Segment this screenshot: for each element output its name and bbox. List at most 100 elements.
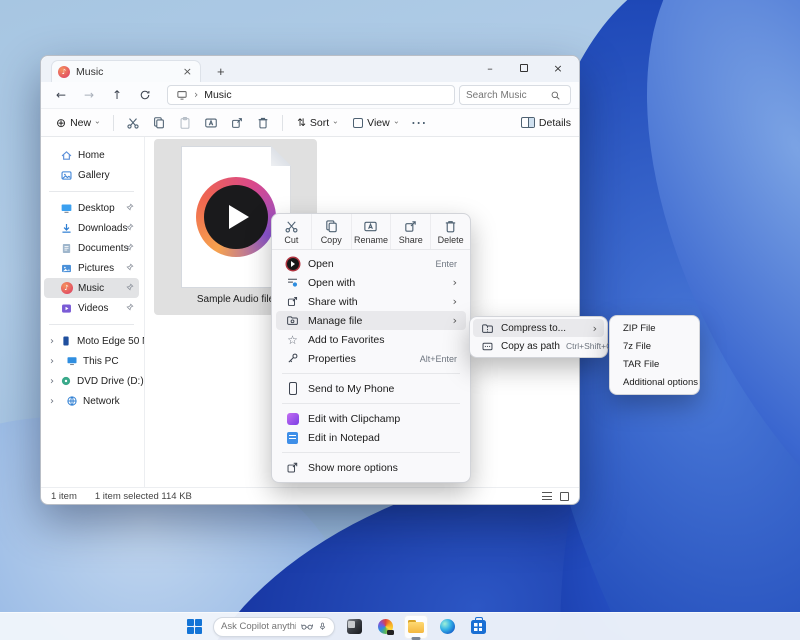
- menu-item-7z-file[interactable]: 7z File: [613, 337, 696, 355]
- chevron-down-icon: [391, 121, 400, 124]
- rename-icon: [204, 116, 218, 130]
- context-menu-list: Open Enter Open with Share with Manage f…: [272, 250, 470, 482]
- sidebar-item-this-pc[interactable]: This PC: [44, 351, 139, 371]
- expand-chevron-icon[interactable]: [50, 396, 60, 407]
- cut-command[interactable]: Cut: [272, 214, 311, 249]
- copy-icon: [324, 219, 339, 234]
- sidebar-item-music[interactable]: Music: [44, 278, 139, 298]
- menu-item-share-with[interactable]: Share with: [276, 292, 466, 311]
- taskbar-search[interactable]: [213, 617, 335, 637]
- maximize-button[interactable]: [507, 56, 541, 80]
- tab-music[interactable]: Music: [51, 60, 201, 82]
- tab-title: Music: [76, 66, 175, 78]
- tab-close-icon[interactable]: [181, 65, 194, 78]
- expand-chevron-icon[interactable]: [50, 356, 60, 367]
- delete-button[interactable]: [251, 112, 275, 134]
- selection-info: 1 item selected 114 KB: [95, 491, 192, 502]
- forward-button[interactable]: [77, 85, 101, 105]
- copy-button[interactable]: [147, 112, 171, 134]
- close-button[interactable]: [541, 56, 575, 80]
- sidebar-label: Moto Edge 50 Neo: [77, 336, 145, 347]
- this-pc-icon: [65, 355, 78, 368]
- copilot-search-input[interactable]: [221, 621, 296, 632]
- cut-icon: [284, 219, 299, 234]
- details-toggle[interactable]: Details: [521, 117, 571, 129]
- open-with-icon: [285, 276, 300, 289]
- sidebar-item-home[interactable]: Home: [44, 145, 139, 165]
- back-button[interactable]: [49, 85, 73, 105]
- menu-item-edit-with-clipchamp[interactable]: Edit with Clipchamp: [276, 409, 466, 428]
- refresh-button[interactable]: [133, 85, 157, 105]
- cut-button[interactable]: [121, 112, 145, 134]
- menu-item-show-more-options[interactable]: Show more options: [276, 458, 466, 477]
- menu-item-open-with[interactable]: Open with: [276, 273, 466, 292]
- breadcrumb[interactable]: Music: [167, 85, 455, 105]
- menu-item-tar-file[interactable]: TAR File: [613, 355, 696, 373]
- menu-item-open[interactable]: Open Enter: [276, 254, 466, 273]
- gallery-icon: [60, 169, 73, 182]
- sidebar-item-videos[interactable]: Videos: [44, 298, 139, 318]
- paste-button[interactable]: [173, 112, 197, 134]
- expand-chevron-icon[interactable]: [50, 336, 54, 347]
- delete-command[interactable]: Delete: [430, 214, 470, 249]
- details-view-toggle-icon[interactable]: [542, 492, 552, 500]
- minimize-button[interactable]: [473, 56, 507, 80]
- pin-icon: [126, 303, 134, 314]
- menu-item-edit-in-notepad[interactable]: Edit in Notepad: [276, 428, 466, 447]
- rename-button[interactable]: [199, 112, 223, 134]
- sidebar-label: DVD Drive (D:) CCC: [77, 376, 145, 387]
- taskbar-app-dark[interactable]: [342, 615, 366, 639]
- menu-item-additional-options[interactable]: Additional options: [613, 373, 696, 391]
- menu-item-copy-as-path[interactable]: Copy as path Ctrl+Shift+C: [473, 337, 604, 355]
- microsoft-store-icon: [471, 620, 486, 634]
- sidebar-divider: [49, 324, 134, 325]
- copy-command[interactable]: Copy: [311, 214, 351, 249]
- more-options-button[interactable]: [407, 112, 431, 134]
- paste-icon: [178, 116, 192, 130]
- menu-item-manage-file[interactable]: Manage file: [276, 311, 466, 330]
- taskbar-app-store[interactable]: [466, 615, 490, 639]
- sidebar-label: Videos: [78, 303, 108, 314]
- sort-button[interactable]: Sort: [290, 114, 344, 132]
- share-button[interactable]: [225, 112, 249, 134]
- menu-item-add-to-favorites[interactable]: Add to Favorites: [276, 330, 466, 349]
- up-button[interactable]: [105, 85, 129, 105]
- rename-command[interactable]: Rename: [351, 214, 391, 249]
- start-button[interactable]: [182, 615, 206, 639]
- phone-icon: [285, 382, 300, 395]
- taskbar-app-edge[interactable]: [435, 615, 459, 639]
- sidebar-item-dvd-drive[interactable]: DVD Drive (D:) CCC: [44, 371, 139, 391]
- sidebar-item-network[interactable]: Network: [44, 391, 139, 411]
- menu-item-compress-to[interactable]: Compress to...: [473, 319, 604, 337]
- share-command[interactable]: Share: [390, 214, 430, 249]
- toolbar-divider: [113, 115, 114, 131]
- new-label: New: [70, 117, 91, 129]
- view-button[interactable]: View: [346, 114, 405, 132]
- music-folder-icon: [60, 282, 73, 295]
- details-label: Details: [539, 117, 571, 129]
- properties-icon: [285, 352, 300, 365]
- new-tab-button[interactable]: +: [211, 60, 231, 82]
- play-icon: [229, 205, 249, 229]
- menu-item-send-to-my-phone[interactable]: Send to My Phone: [276, 379, 466, 398]
- sidebar-item-pictures[interactable]: Pictures: [44, 258, 139, 278]
- new-button[interactable]: New: [49, 113, 106, 133]
- sidebar-item-desktop[interactable]: Desktop: [44, 198, 139, 218]
- microphone-icon[interactable]: [318, 621, 327, 632]
- sidebar-label: Desktop: [78, 203, 115, 214]
- menu-item-properties[interactable]: Properties Alt+Enter: [276, 349, 466, 368]
- menu-item-zip-file[interactable]: ZIP File: [613, 319, 696, 337]
- copy-icon: [152, 116, 166, 130]
- sidebar-item-gallery[interactable]: Gallery: [44, 165, 139, 185]
- taskbar-app-file-explorer[interactable]: [404, 615, 428, 639]
- sidebar-item-phone-device[interactable]: Moto Edge 50 Neo: [44, 331, 139, 351]
- refresh-icon: [139, 89, 151, 101]
- sidebar-label: Pictures: [78, 263, 114, 274]
- search-input[interactable]: [466, 90, 546, 101]
- taskbar-app-msn[interactable]: [373, 615, 397, 639]
- large-thumbnail-view-toggle-icon[interactable]: [560, 492, 569, 501]
- sidebar-item-downloads[interactable]: Downloads: [44, 218, 139, 238]
- sidebar-item-documents[interactable]: Documents: [44, 238, 139, 258]
- expand-chevron-icon[interactable]: [50, 376, 54, 387]
- sidebar-label: Network: [83, 396, 120, 407]
